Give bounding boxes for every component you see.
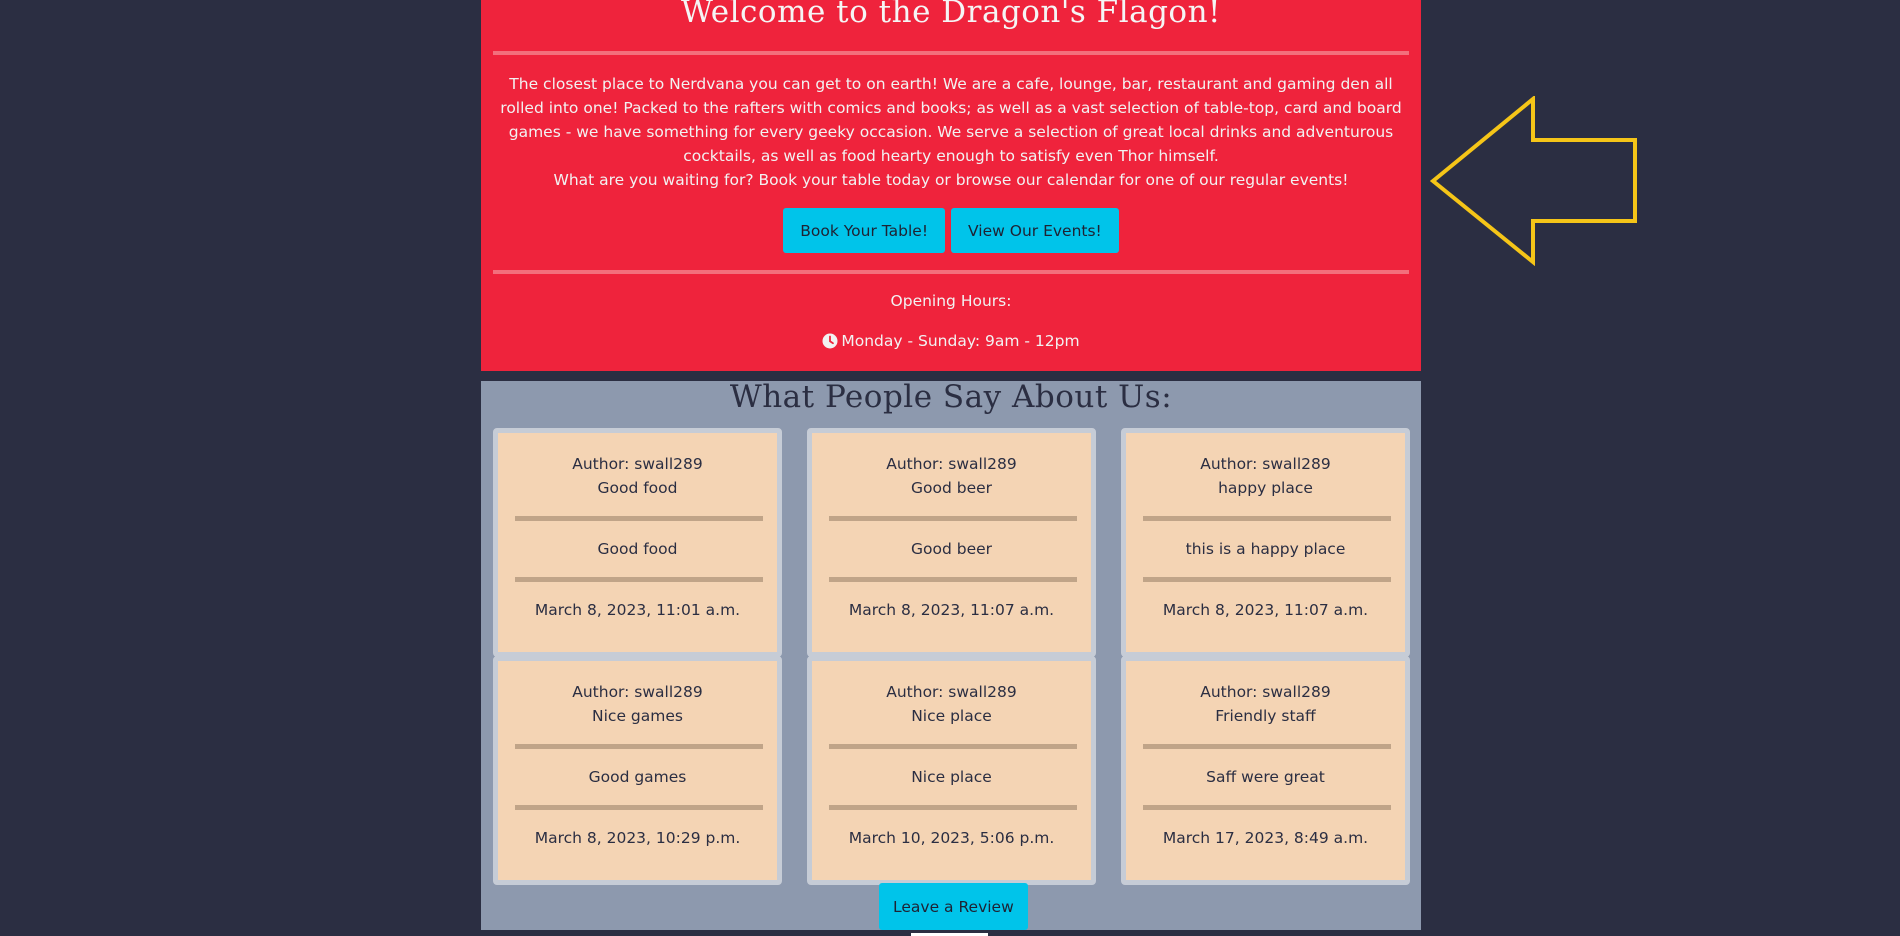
reviews-section: What People Say About Us: Author: swall2… — [481, 379, 1421, 930]
review-divider — [829, 805, 1077, 810]
review-subject: Good beer — [910, 479, 993, 497]
review-date: March 17, 2023, 8:49 a.m. — [1162, 829, 1369, 847]
hero-cta-text: What are you waiting for? Book your tabl… — [553, 171, 1349, 189]
review-body: Good food — [597, 540, 678, 558]
leave-review-button[interactable]: Leave a Review — [879, 883, 1028, 930]
review-body: this is a happy place — [1185, 540, 1346, 558]
review-divider — [1143, 516, 1391, 521]
review-author: Author: swall289 — [1200, 455, 1331, 473]
hero-description: The closest place to Nerdvana you can ge… — [497, 72, 1405, 192]
review-divider — [829, 744, 1077, 749]
review-divider — [1143, 577, 1391, 582]
review-author: Author: swall289 — [572, 683, 703, 701]
review-author: Author: swall289 — [886, 683, 1017, 701]
review-date: March 8, 2023, 11:07 a.m. — [848, 601, 1055, 619]
review-date: March 10, 2023, 5:06 p.m. — [848, 829, 1055, 847]
review-date: March 8, 2023, 10:29 p.m. — [534, 829, 741, 847]
review-divider — [1143, 744, 1391, 749]
review-date: March 8, 2023, 11:07 a.m. — [1162, 601, 1369, 619]
review-card: Author: swall289 Nice games Good games M… — [493, 656, 782, 885]
clock-icon — [822, 333, 838, 349]
review-card: Author: swall289 happy place this is a h… — [1121, 428, 1410, 657]
review-subject: Friendly staff — [1215, 707, 1316, 725]
review-author: Author: swall289 — [1200, 683, 1331, 701]
hero-divider-top — [493, 51, 1409, 55]
review-body: Saff were great — [1206, 768, 1325, 786]
arrow-left-outline-icon — [1430, 96, 1637, 266]
review-divider — [829, 516, 1077, 521]
review-divider — [515, 744, 763, 749]
hero-divider-bottom — [493, 270, 1409, 274]
hero-intro-text: The closest place to Nerdvana you can ge… — [500, 75, 1402, 165]
review-card: Author: swall289 Nice place Nice place M… — [807, 656, 1096, 885]
review-subject: Nice place — [911, 707, 992, 725]
opening-hours-text: Monday - Sunday: 9am - 12pm — [841, 332, 1080, 350]
view-events-button[interactable]: View Our Events! — [951, 208, 1119, 253]
review-author: Author: swall289 — [572, 455, 703, 473]
review-card: Author: swall289 Good food Good food Mar… — [493, 428, 782, 657]
review-divider — [829, 577, 1077, 582]
opening-hours-title: Opening Hours: — [890, 292, 1012, 310]
review-subject: happy place — [1218, 479, 1313, 497]
hero-button-group: Book Your Table! View Our Events! — [481, 208, 1421, 253]
review-card: Author: swall289 Friendly staff Saff wer… — [1121, 656, 1410, 885]
review-subject: Good food — [597, 479, 678, 497]
review-divider — [1143, 805, 1391, 810]
review-card: Author: swall289 Good beer Good beer Mar… — [807, 428, 1096, 657]
review-body: Good beer — [910, 540, 993, 558]
review-divider — [515, 805, 763, 810]
review-subject: Nice games — [592, 707, 683, 725]
book-table-button[interactable]: Book Your Table! — [783, 208, 946, 253]
page-title: Welcome to the Dragon's Flagon! — [680, 0, 1222, 30]
review-author: Author: swall289 — [886, 455, 1017, 473]
review-body: Good games — [588, 768, 687, 786]
hero-section: Welcome to the Dragon's Flagon! The clos… — [481, 0, 1421, 371]
review-divider — [515, 516, 763, 521]
review-body: Nice place — [911, 768, 992, 786]
reviews-title: What People Say About Us: — [729, 379, 1173, 415]
review-divider — [515, 577, 763, 582]
page: Welcome to the Dragon's Flagon! The clos… — [0, 0, 1900, 936]
opening-hours-line: Monday - Sunday: 9am - 12pm — [481, 332, 1421, 350]
review-date: March 8, 2023, 11:01 a.m. — [534, 601, 741, 619]
